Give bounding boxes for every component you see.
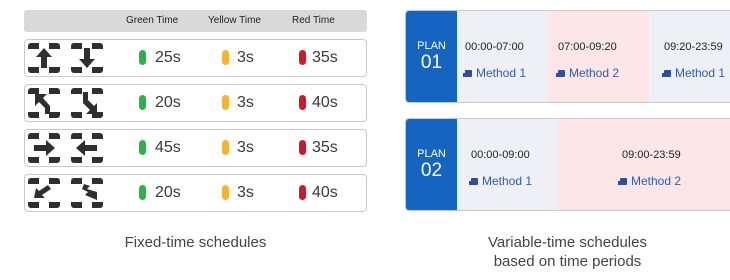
yellow-time-value: 3s <box>237 94 254 111</box>
fixed-time-table: Green Time Yellow Time Red Time 25s 3s 3… <box>24 10 367 212</box>
method-label: Method 2 <box>631 174 682 188</box>
red-time-value: 40s <box>312 94 338 111</box>
turn-up-right-icon <box>71 88 103 118</box>
turn-right-icon <box>71 178 103 208</box>
arrow-up-icon <box>28 43 60 73</box>
segment-method: Method 1 <box>469 174 557 188</box>
turn-down-left-icon <box>28 88 60 118</box>
plan-number: 01 <box>420 52 443 73</box>
green-light-icon <box>139 95 146 110</box>
time-segment[interactable]: 00:00-09:00 Method 1 <box>457 119 557 210</box>
yellow-light-icon <box>222 95 229 110</box>
red-light-icon <box>299 185 306 200</box>
red-time-value: 35s <box>312 49 338 66</box>
plan-card-01[interactable]: PLAN 01 00:00-07:00 Method 1 07:00-09:20… <box>405 10 730 103</box>
header-green-time: Green Time <box>126 15 179 26</box>
green-time-value: 45s <box>155 139 181 156</box>
green-light-icon <box>139 140 146 155</box>
method-label: Method 1 <box>476 66 527 80</box>
table-row[interactable]: 20s 3s 40s <box>24 174 367 212</box>
table-row[interactable]: 25s 3s 35s <box>24 39 367 77</box>
method-label: Method 1 <box>675 66 726 80</box>
red-time-value: 35s <box>312 139 338 156</box>
plan-number: 02 <box>420 160 443 181</box>
yellow-light-icon <box>222 50 229 65</box>
red-light-icon <box>299 50 306 65</box>
arrow-right-icon <box>28 133 60 163</box>
plan-card-02[interactable]: PLAN 02 00:00-09:00 Method 1 09:00-23:59… <box>405 118 730 211</box>
time-segment[interactable]: 09:20-23:59 Method 1 <box>649 11 730 102</box>
segment-time: 00:00-07:00 <box>465 41 524 53</box>
arrow-down-icon <box>71 43 103 73</box>
table-row[interactable]: 45s 3s 35s <box>24 129 367 167</box>
method-icon <box>618 178 627 185</box>
plan-badge: PLAN 01 <box>406 11 457 102</box>
time-segment[interactable]: 09:00-23:59 Method 2 <box>557 119 730 210</box>
green-time-value: 20s <box>155 184 181 201</box>
segment-time: 07:00-09:20 <box>558 41 617 53</box>
green-time-value: 25s <box>155 49 181 66</box>
plan-badge: PLAN 02 <box>406 119 457 210</box>
segment-time: 00:00-09:00 <box>471 149 530 161</box>
time-segment[interactable]: 07:00-09:20 Method 2 <box>548 11 649 102</box>
red-light-icon <box>299 95 306 110</box>
yellow-time-value: 3s <box>237 184 254 201</box>
header-red-time: Red Time <box>292 15 335 26</box>
yellow-time-value: 3s <box>237 49 254 66</box>
method-label: Method 2 <box>569 66 620 80</box>
variable-caption-line2: based on time periods <box>493 253 642 270</box>
variable-caption-line1: Variable-time schedules <box>488 234 647 251</box>
segment-method: Method 2 <box>556 66 649 80</box>
method-icon <box>556 70 565 77</box>
method-icon <box>463 70 472 77</box>
table-row[interactable]: 20s 3s 40s <box>24 84 367 122</box>
table-header: Green Time Yellow Time Red Time <box>24 10 367 32</box>
green-light-icon <box>139 50 146 65</box>
red-light-icon <box>299 140 306 155</box>
header-yellow-time: Yellow Time <box>208 15 261 26</box>
segment-time: 09:20-23:59 <box>664 41 723 53</box>
segment-method: Method 2 <box>618 174 730 188</box>
turn-left-icon <box>28 178 60 208</box>
method-label: Method 1 <box>482 174 533 188</box>
fixed-caption: Fixed-time schedules <box>124 234 267 251</box>
segment-method: Method 1 <box>463 66 548 80</box>
segment-method: Method 1 <box>662 66 730 80</box>
method-icon <box>469 178 478 185</box>
plan-label: PLAN <box>417 40 446 52</box>
segment-time: 09:00-23:59 <box>622 149 681 161</box>
green-light-icon <box>139 185 146 200</box>
green-time-value: 20s <box>155 94 181 111</box>
yellow-time-value: 3s <box>237 139 254 156</box>
time-segment[interactable]: 00:00-07:00 Method 1 <box>457 11 548 102</box>
method-icon <box>662 70 671 77</box>
variable-caption: Variable-time schedules based on time pe… <box>405 233 730 271</box>
yellow-light-icon <box>222 185 229 200</box>
arrow-left-icon <box>71 133 103 163</box>
plan-label: PLAN <box>417 148 446 160</box>
yellow-light-icon <box>222 140 229 155</box>
red-time-value: 40s <box>312 184 338 201</box>
